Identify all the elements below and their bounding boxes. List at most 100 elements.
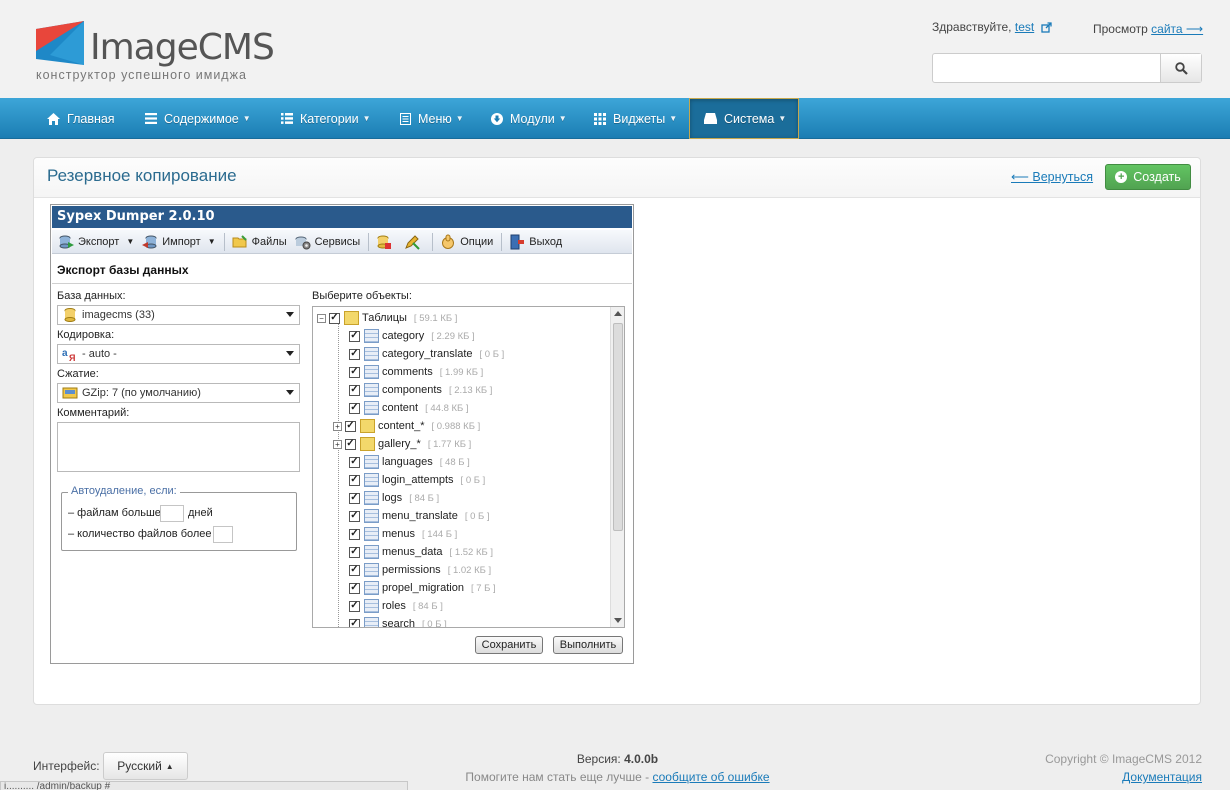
table-name: menus_data [382,546,443,558]
checkbox-checked-icon[interactable]: ✓ [349,330,360,342]
table-row[interactable]: ✓ menu_translate [ 0 Б ] [349,507,490,525]
imagecms-logo[interactable]: ImageCMS конструктор успешного имиджа [36,21,276,85]
expand-icon[interactable]: + [333,421,342,431]
db-lock-icon [377,235,392,249]
files-count-input[interactable] [213,526,233,543]
nav-home-label: Главная [67,111,115,126]
table-size: [ 1.02 КБ ] [447,564,492,576]
nav-menu-label: Меню [418,111,452,126]
chevron-down-icon: ▼ [455,114,464,123]
table-row[interactable]: ✓ search [ 0 Б ] [349,615,447,627]
charset-label: Кодировка: [57,329,115,341]
checkbox-checked-icon[interactable]: ✓ [349,546,360,558]
main-navbar: Главная Содержимое ▼ Категории ▼ Меню ▼ … [0,98,1230,139]
tree-scrollbar[interactable] [610,307,624,627]
checkbox-checked-icon[interactable]: ✓ [349,510,360,522]
table-name: gallery_* [378,438,421,450]
options-button[interactable]: Опции [440,234,493,250]
database-icon [64,308,76,322]
scroll-thumb[interactable] [613,323,623,531]
create-button[interactable]: + Создать [1105,164,1191,190]
table-row[interactable]: ✓ roles [ 84 Б ] [349,597,443,615]
export-menu[interactable]: Экспорт ▼ [58,234,134,250]
services-button[interactable]: Сервисы [295,234,360,250]
checkbox-checked-icon[interactable]: ✓ [329,312,340,324]
table-row[interactable]: ✓ components [ 2.13 КБ ] [349,381,492,399]
checkbox-checked-icon[interactable]: ✓ [345,438,356,450]
checkbox-checked-icon[interactable]: ✓ [349,384,360,396]
table-row[interactable]: ✓ menus [ 144 Б ] [349,525,457,543]
table-icon [364,509,379,523]
dropdown-arrow-icon: ▼ [126,237,135,246]
table-row[interactable]: ✓ propel_migration [ 7 Б ] [349,579,496,597]
nav-home[interactable]: Главная [47,98,115,139]
table-row[interactable]: ✓ comments [ 1.99 КБ ] [349,363,483,381]
exit-button[interactable]: Выход [509,234,562,250]
checkbox-checked-icon[interactable]: ✓ [349,600,360,612]
documentation-link[interactable]: Документация [1122,770,1202,784]
language-dropdown[interactable]: Русский ▲ [103,752,188,780]
compression-select[interactable]: GZip: 7 (по умолчанию) [57,383,300,403]
checkbox-checked-icon[interactable]: ✓ [349,582,360,594]
nav-categories[interactable]: Категории ▼ [281,98,371,139]
table-row[interactable]: ✓ category_translate [ 0 Б ] [349,345,504,363]
table-name: category_translate [382,348,473,360]
files-button[interactable]: Файлы [232,234,287,250]
checkbox-checked-icon[interactable]: ✓ [349,474,360,486]
nav-modules[interactable]: Модули ▼ [491,98,567,139]
tree-root[interactable]: − ✓ Таблицы [ 59.1 КБ ] [317,309,457,327]
checkbox-checked-icon[interactable]: ✓ [349,456,360,468]
checkbox-checked-icon[interactable]: ✓ [349,492,360,504]
nav-content[interactable]: Содержимое ▼ [145,98,251,139]
checkbox-checked-icon[interactable]: ✓ [345,420,356,432]
run-button[interactable]: Выполнить [553,636,623,654]
table-row[interactable]: ✓ logs [ 84 Б ] [349,489,439,507]
table-row[interactable]: + ✓ content_* [ 0.988 КБ ] [333,417,480,435]
back-link[interactable]: ⟵ Вернуться [1011,169,1093,184]
save-button[interactable]: Сохранить [475,636,543,654]
collapse-icon[interactable]: − [317,313,326,323]
days-input[interactable] [160,505,184,522]
grid-icon [594,112,606,125]
preview-site-link[interactable]: сайта ⟶ [1151,22,1203,36]
user-link[interactable]: test [1015,20,1034,34]
nav-widgets[interactable]: Виджеты ▼ [594,98,677,139]
table-row[interactable]: ✓ languages [ 48 Б ] [349,453,470,471]
table-row[interactable]: ✓ content [ 44.8 КБ ] [349,399,469,417]
search-button[interactable] [1160,54,1201,82]
db-lock-button[interactable] [376,234,396,250]
comment-textarea[interactable] [57,422,300,472]
scroll-down-icon[interactable] [614,618,622,623]
version-label: Версия: [576,752,621,766]
table-row[interactable]: ✓ menus_data [ 1.52 КБ ] [349,543,493,561]
expand-icon[interactable]: + [333,439,342,449]
external-link-icon[interactable] [1040,22,1052,33]
checkbox-checked-icon[interactable]: ✓ [349,402,360,414]
nav-menu[interactable]: Меню ▼ [400,98,464,139]
checkbox-checked-icon[interactable]: ✓ [349,618,360,627]
report-bug-link[interactable]: сообщите об ошибке [652,770,769,784]
scroll-up-icon[interactable] [614,311,622,316]
files-older-label: – файлам больше [68,507,161,519]
database-select[interactable]: imagecms (33) [57,305,300,325]
checkbox-checked-icon[interactable]: ✓ [349,366,360,378]
tree-root-size: [ 59.1 КБ ] [413,312,458,324]
search-icon [1174,61,1188,75]
preview-label: Просмотр [1093,22,1148,36]
chevron-down-icon: ▼ [362,114,371,123]
checkbox-checked-icon[interactable]: ✓ [349,348,360,360]
table-row[interactable]: + ✓ gallery_* [ 1.77 КБ ] [333,435,471,453]
import-menu[interactable]: Импорт ▼ [142,234,216,250]
checkbox-checked-icon[interactable]: ✓ [349,564,360,576]
table-row[interactable]: ✓ permissions [ 1.02 КБ ] [349,561,491,579]
edit-button[interactable] [404,234,424,250]
table-row[interactable]: ✓ category [ 2.29 КБ ] [349,327,475,345]
nav-system[interactable]: Система ▼ [689,98,799,139]
charset-select[interactable]: aЯ - auto - [57,344,300,364]
create-button-label: Создать [1133,170,1181,184]
search-input[interactable] [933,54,1161,82]
checkbox-checked-icon[interactable]: ✓ [349,528,360,540]
options-label: Опции [460,235,494,248]
days-label: дней [188,507,213,519]
table-row[interactable]: ✓ login_attempts [ 0 Б ] [349,471,485,489]
